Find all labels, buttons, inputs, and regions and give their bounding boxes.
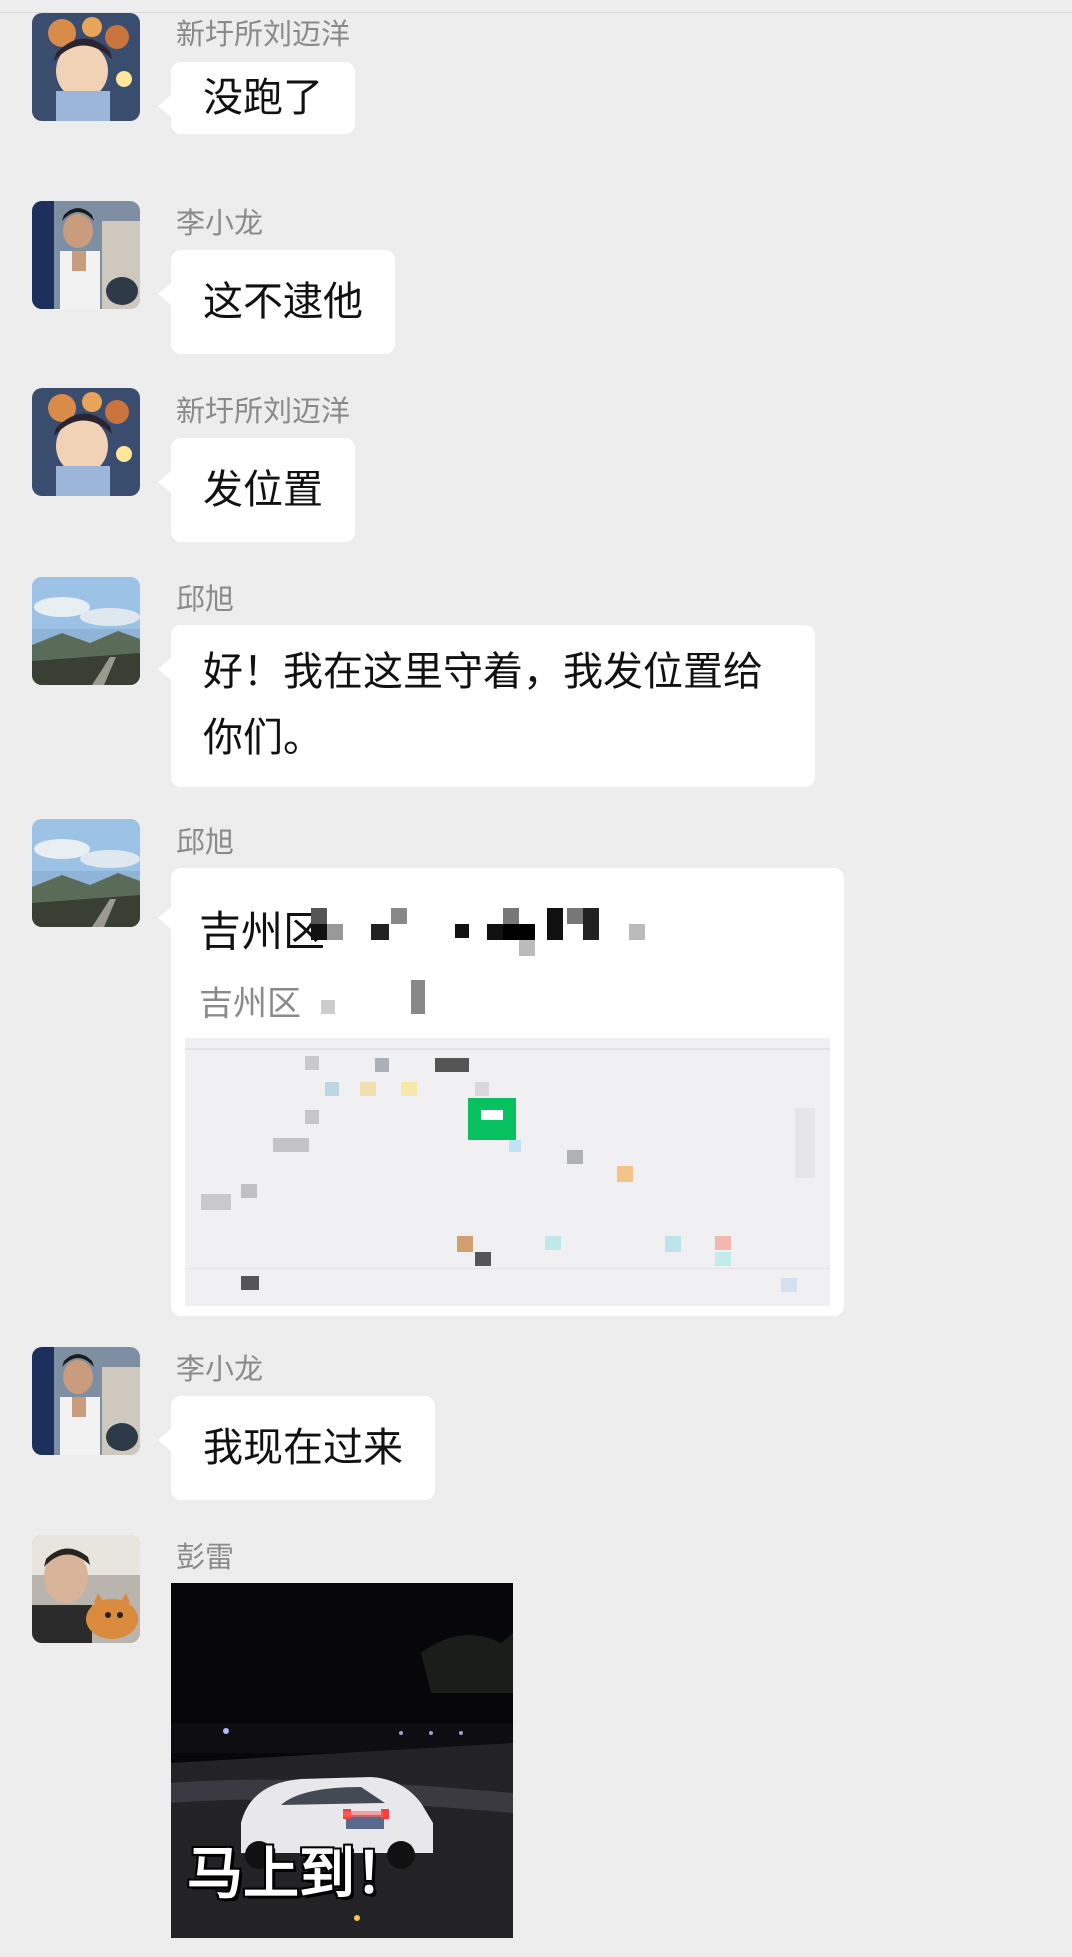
avatar[interactable]	[32, 1535, 140, 1643]
video-caption: 马上到！	[187, 1842, 411, 1907]
message-bubble[interactable]: 这不逮他	[158, 250, 395, 354]
avatar[interactable]	[32, 819, 140, 927]
message-bubble[interactable]: 发位置	[158, 438, 355, 542]
redaction-mosaic	[311, 908, 645, 956]
location-card[interactable]: 吉州区 吉州区	[158, 868, 844, 1316]
sender-name: 邱旭	[176, 825, 235, 859]
map-preview[interactable]	[185, 1038, 830, 1306]
avatar[interactable]	[32, 388, 140, 496]
avatar[interactable]	[32, 1347, 140, 1455]
sender-name: 新圩所刘迈洋	[176, 17, 351, 51]
location-address: 吉州区	[199, 984, 301, 1024]
avatar[interactable]	[32, 13, 140, 121]
video-message[interactable]: 马上到！	[171, 1583, 513, 1938]
sender-name: 新圩所刘迈洋	[176, 394, 351, 428]
message-bubble[interactable]: 没跑了	[158, 62, 355, 134]
sender-name: 邱旭	[176, 582, 235, 616]
top-divider	[0, 0, 1072, 13]
sender-name: 李小龙	[176, 206, 264, 240]
avatar[interactable]	[32, 577, 140, 685]
sender-name: 李小龙	[176, 1352, 264, 1386]
message-bubble[interactable]: 我现在过来	[158, 1396, 435, 1500]
message-bubble[interactable]: 好！我在这里守着，我发位置给你们。	[158, 625, 815, 787]
redaction-mosaic	[321, 980, 425, 1014]
location-title: 吉州区	[199, 907, 326, 956]
sender-name: 彭雷	[176, 1540, 235, 1574]
avatar[interactable]	[32, 201, 140, 309]
